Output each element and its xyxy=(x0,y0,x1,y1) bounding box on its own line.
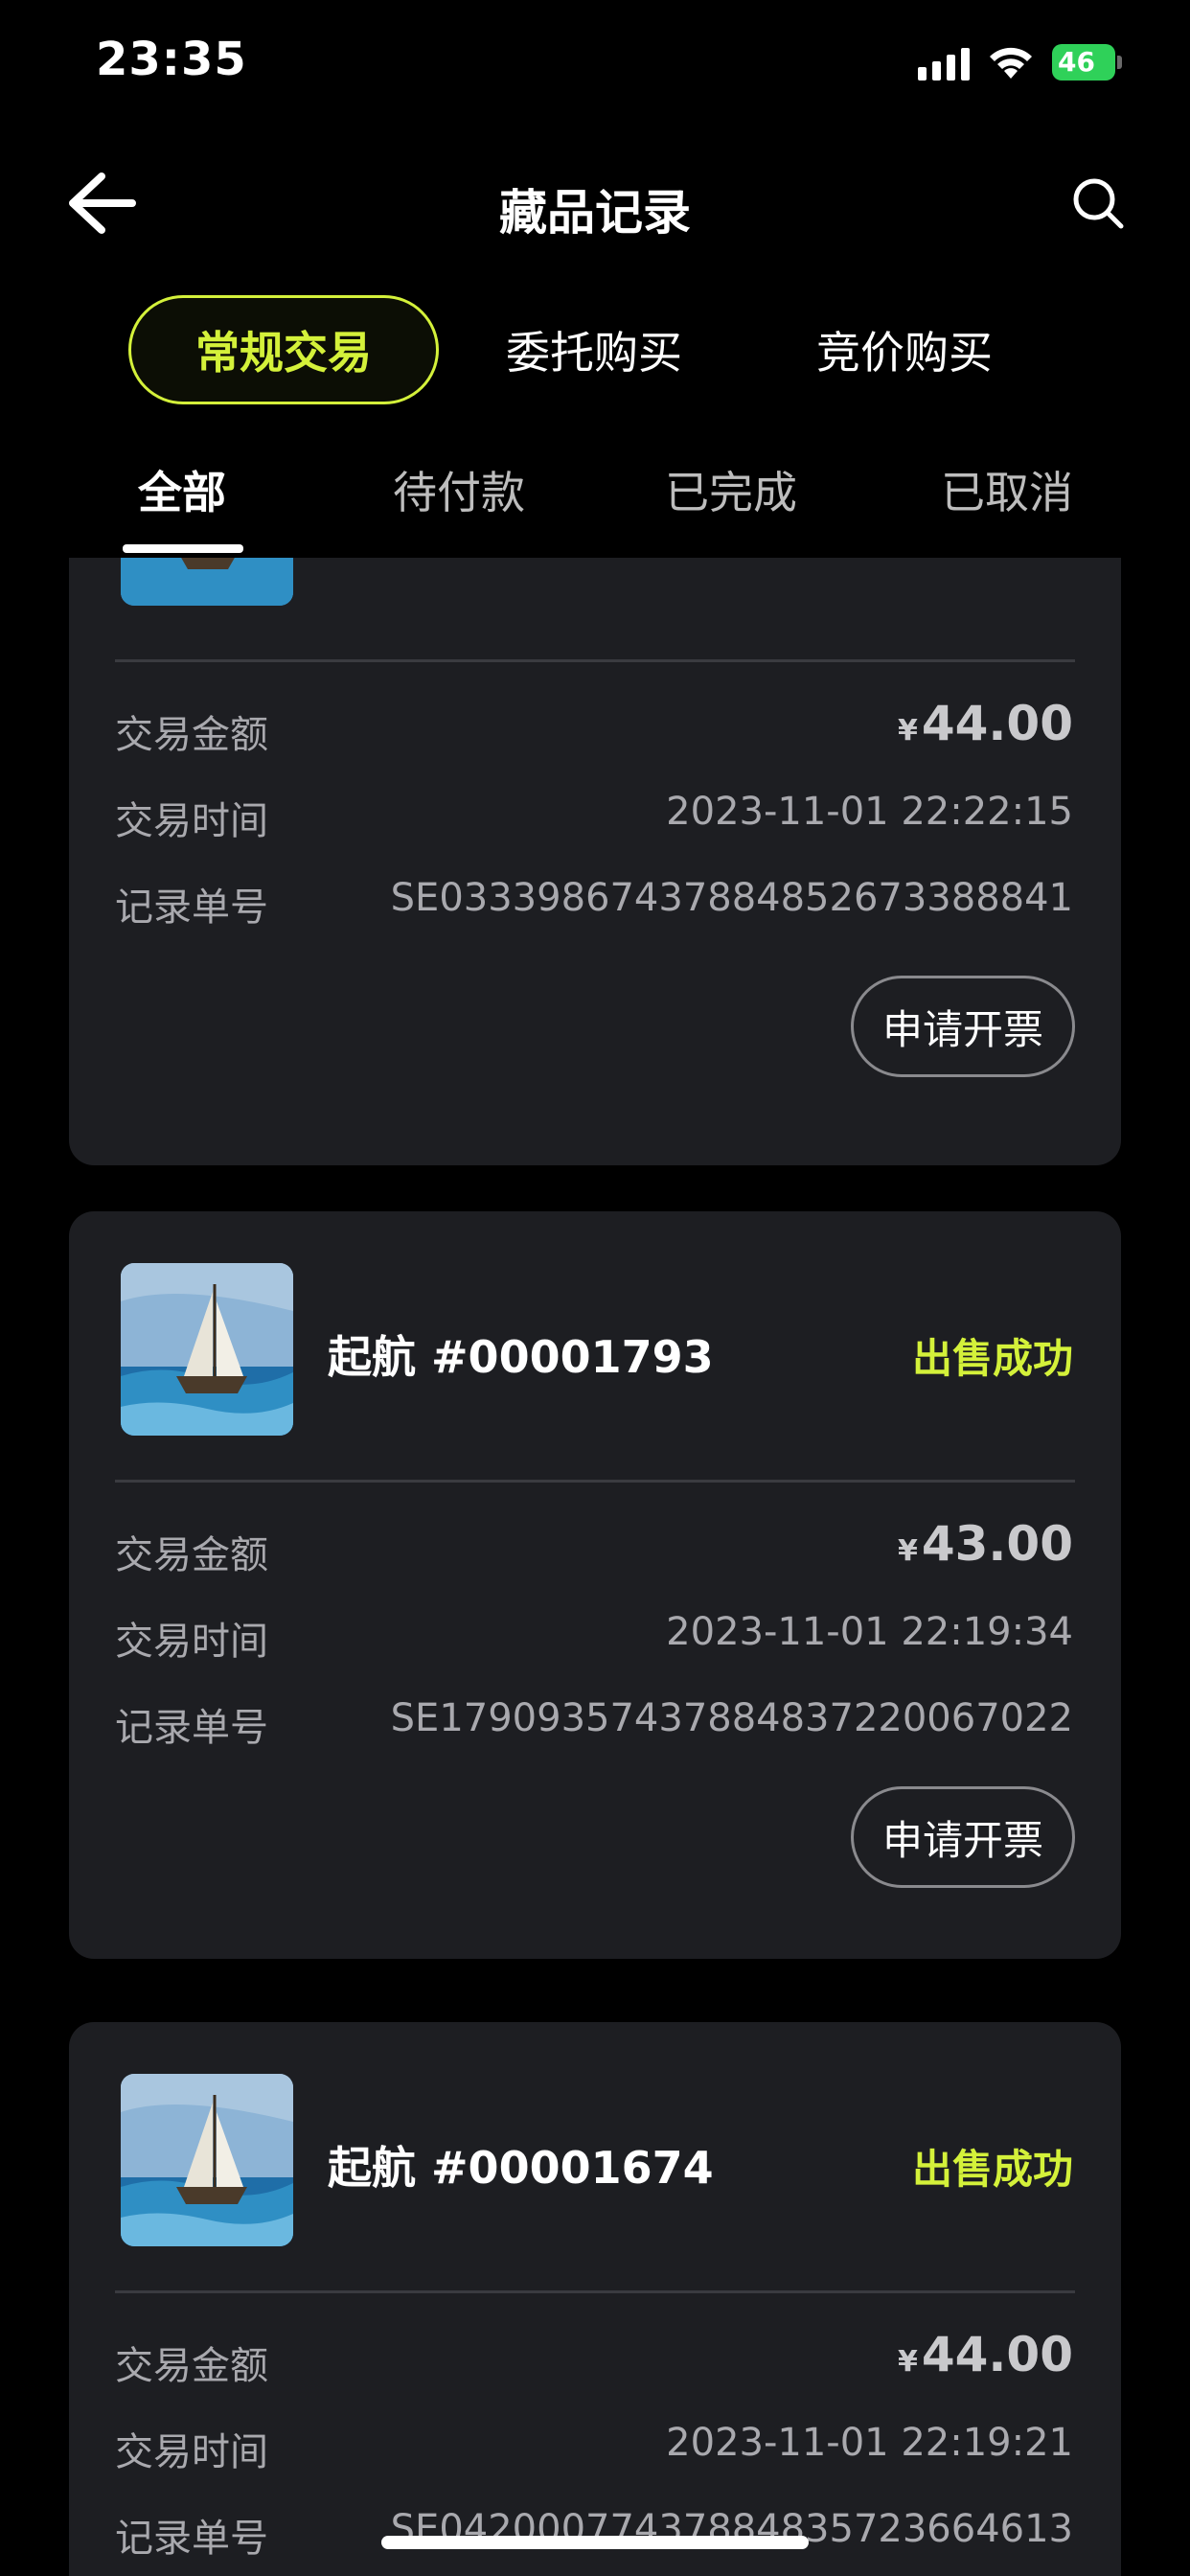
time-label: 交易时间 xyxy=(115,2430,268,2474)
time-value: 2023-11-01 22:22:15 xyxy=(666,790,1073,834)
record-no-label: 记录单号 xyxy=(115,2517,268,2561)
collectible-name: 起航 #00001674 xyxy=(328,2142,714,2194)
amount-value: ¥44.00 xyxy=(897,696,1073,751)
record-card[interactable]: 交易金额 ¥44.00 交易时间 2023-11-01 22:22:15 记录单… xyxy=(69,558,1121,1165)
home-indicator xyxy=(381,2536,809,2549)
amount-value: ¥43.00 xyxy=(897,1516,1073,1572)
tab-regular-trade[interactable]: 常规交易 xyxy=(128,295,439,404)
status-badge: 出售成功 xyxy=(911,1335,1073,1382)
battery-indicator: 46 xyxy=(1052,44,1123,80)
tab-completed[interactable]: 已完成 xyxy=(640,458,822,518)
search-icon[interactable] xyxy=(1071,176,1125,230)
tab-entrusted-purchase[interactable]: 委托购买 xyxy=(439,295,749,404)
card-divider xyxy=(115,1480,1075,1483)
record-no-value: SE17909357437884837220067022 xyxy=(390,1696,1073,1740)
battery-level: 46 xyxy=(1058,46,1095,78)
card-divider xyxy=(115,659,1075,662)
amount-label: 交易金额 xyxy=(115,713,268,757)
wifi-icon xyxy=(990,47,1032,79)
amount-label: 交易金额 xyxy=(115,2344,268,2388)
apply-invoice-button[interactable]: 申请开票 xyxy=(851,1786,1075,1888)
record-list[interactable]: 交易金额 ¥44.00 交易时间 2023-11-01 22:22:15 记录单… xyxy=(0,558,1190,2576)
record-no-label: 记录单号 xyxy=(115,886,268,930)
record-card[interactable]: 起航 #00001674 出售成功 交易金额 ¥44.00 交易时间 2023-… xyxy=(69,2022,1121,2576)
card-divider xyxy=(115,2290,1075,2293)
collectible-thumbnail xyxy=(121,558,293,606)
active-tab-indicator xyxy=(123,544,243,553)
time-value: 2023-11-01 22:19:34 xyxy=(666,1610,1073,1654)
record-card[interactable]: 起航 #00001793 出售成功 交易金额 ¥43.00 交易时间 2023-… xyxy=(69,1211,1121,1959)
status-time: 23:35 xyxy=(96,33,247,86)
tab-pending-payment[interactable]: 待付款 xyxy=(368,458,550,518)
tab-auction-purchase[interactable]: 竞价购买 xyxy=(749,295,1060,404)
collectible-thumbnail xyxy=(121,1263,293,1436)
time-value: 2023-11-01 22:19:21 xyxy=(666,2421,1073,2465)
status-badge: 出售成功 xyxy=(911,2146,1073,2193)
time-label: 交易时间 xyxy=(115,1620,268,1664)
time-label: 交易时间 xyxy=(115,799,268,843)
amount-label: 交易金额 xyxy=(115,1533,268,1577)
apply-invoice-button[interactable]: 申请开票 xyxy=(851,976,1075,1077)
status-bar: 23:35 46 xyxy=(0,0,1190,134)
collectible-name: 起航 #00001793 xyxy=(328,1331,714,1383)
amount-value: ¥44.00 xyxy=(897,2327,1073,2382)
record-no-label: 记录单号 xyxy=(115,1706,268,1750)
page-title: 藏品记录 xyxy=(499,185,691,241)
tab-all[interactable]: 全部 xyxy=(105,458,259,518)
tab-cancelled[interactable]: 已取消 xyxy=(916,458,1098,518)
cellular-signal-icon xyxy=(918,48,970,80)
collectible-thumbnail xyxy=(121,2074,293,2246)
record-no-value: SE03339867437884852673388841 xyxy=(390,876,1073,920)
